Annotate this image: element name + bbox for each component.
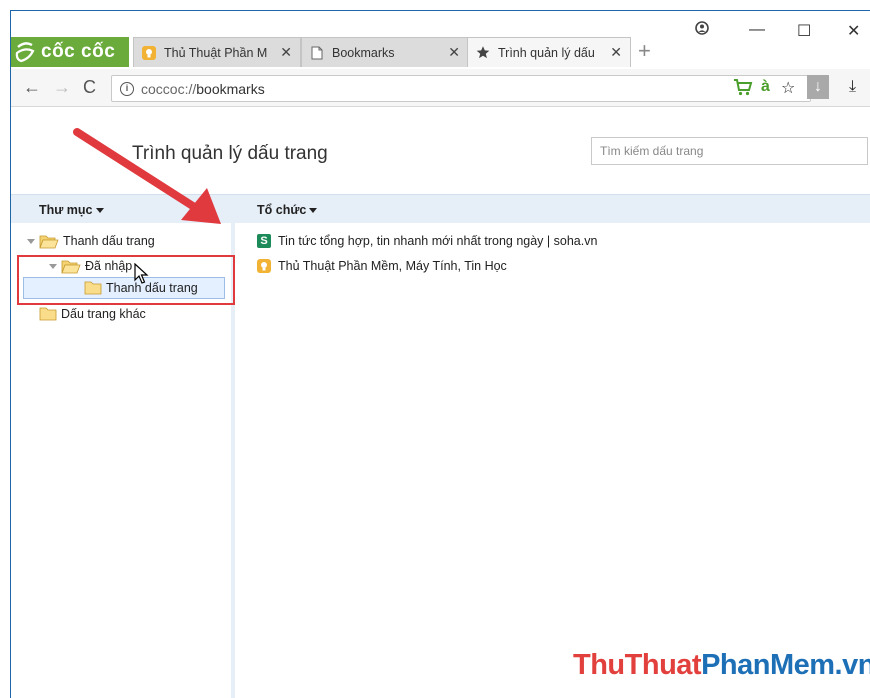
tab-strip: cốc cốc Thủ Thuật Phần M ✕ Bookmarks ✕ T… bbox=[11, 11, 870, 71]
new-tab-button[interactable]: + bbox=[638, 40, 651, 62]
watermark: ThuThuatPhanMem.vn bbox=[573, 649, 870, 682]
maximize-button[interactable]: ☐ bbox=[797, 21, 811, 41]
coccoc-logo-icon bbox=[15, 42, 35, 63]
mouse-cursor-icon bbox=[134, 263, 149, 284]
forward-button[interactable]: → bbox=[53, 77, 71, 98]
bulb-icon bbox=[257, 259, 271, 273]
watermark-part2: PhanMem.vn bbox=[701, 649, 870, 681]
bookmark-title: Thủ Thuật Phần Mềm, Máy Tính, Tin Học bbox=[278, 259, 507, 273]
reload-button[interactable]: C bbox=[83, 77, 96, 98]
expand-triangle-icon[interactable] bbox=[27, 238, 35, 244]
close-window-button[interactable]: ✕ bbox=[847, 21, 860, 41]
download-savior-icon[interactable]: ↓ bbox=[807, 75, 829, 99]
url-path: bookmarks bbox=[196, 80, 265, 97]
browser-window: cốc cốc Thủ Thuật Phần M ✕ Bookmarks ✕ T… bbox=[10, 10, 870, 698]
annotation-highlight-box bbox=[17, 255, 235, 305]
info-icon[interactable]: i bbox=[120, 81, 134, 96]
close-icon[interactable]: ✕ bbox=[448, 44, 460, 61]
toolbar: ← → C i coccoc://bookmarks à ☆ ↓ ⤓ bbox=[11, 69, 870, 107]
soha-icon: S bbox=[257, 234, 271, 248]
tree-item-label: Thanh dấu trang bbox=[63, 234, 155, 248]
typing-icon[interactable]: à bbox=[761, 78, 770, 96]
tab-label: Trình quản lý dấu bbox=[498, 45, 595, 60]
tree-item-label: Dấu trang khác bbox=[61, 307, 146, 321]
caret-down-icon bbox=[309, 207, 318, 213]
browser-brand[interactable]: cốc cốc bbox=[11, 37, 129, 67]
bookmark-title: Tin tức tổng hợp, tin nhanh mới nhất tro… bbox=[278, 234, 598, 248]
organize-menu[interactable]: Tổ chức bbox=[257, 203, 318, 217]
url-scheme: coccoc:// bbox=[141, 80, 197, 97]
close-icon[interactable]: ✕ bbox=[280, 44, 292, 61]
download-icon[interactable]: ⤓ bbox=[849, 78, 856, 96]
profile-icon[interactable] bbox=[695, 21, 709, 40]
bulb-icon bbox=[142, 45, 156, 60]
minimize-button[interactable]: — bbox=[749, 21, 765, 39]
close-icon[interactable]: ✕ bbox=[610, 44, 622, 61]
page-icon bbox=[310, 46, 324, 60]
back-button[interactable]: ← bbox=[23, 77, 41, 98]
tab-label: Bookmarks bbox=[332, 45, 395, 60]
star-icon bbox=[476, 46, 490, 60]
tree-item-other-bookmarks[interactable]: Dấu trang khác bbox=[39, 303, 146, 325]
tab-thuthuat[interactable]: Thủ Thuật Phần M ✕ bbox=[133, 37, 301, 67]
address-bar[interactable]: i coccoc://bookmarks bbox=[111, 75, 811, 102]
watermark-part1: ThuThuat bbox=[573, 649, 702, 681]
bookmark-item-soha[interactable]: S Tin tức tổng hợp, tin nhanh mới nhất t… bbox=[257, 230, 597, 252]
tab-bookmarks[interactable]: Bookmarks ✕ bbox=[301, 37, 469, 67]
folder-open-icon bbox=[39, 235, 59, 248]
tab-label: Thủ Thuật Phần M bbox=[164, 45, 268, 60]
cart-icon[interactable] bbox=[733, 78, 753, 101]
tab-bookmark-manager[interactable]: Trình quản lý dấu ✕ bbox=[467, 37, 631, 67]
search-input[interactable] bbox=[591, 137, 868, 165]
annotation-arrow-icon bbox=[73, 128, 221, 224]
brand-label: cốc cốc bbox=[41, 41, 116, 62]
organize-label: Tổ chức bbox=[257, 203, 307, 217]
folder-icon bbox=[39, 307, 57, 321]
bookmark-item-thuthuat[interactable]: Thủ Thuật Phần Mềm, Máy Tính, Tin Học bbox=[257, 255, 507, 277]
bookmark-star-icon[interactable]: ☆ bbox=[781, 78, 795, 98]
